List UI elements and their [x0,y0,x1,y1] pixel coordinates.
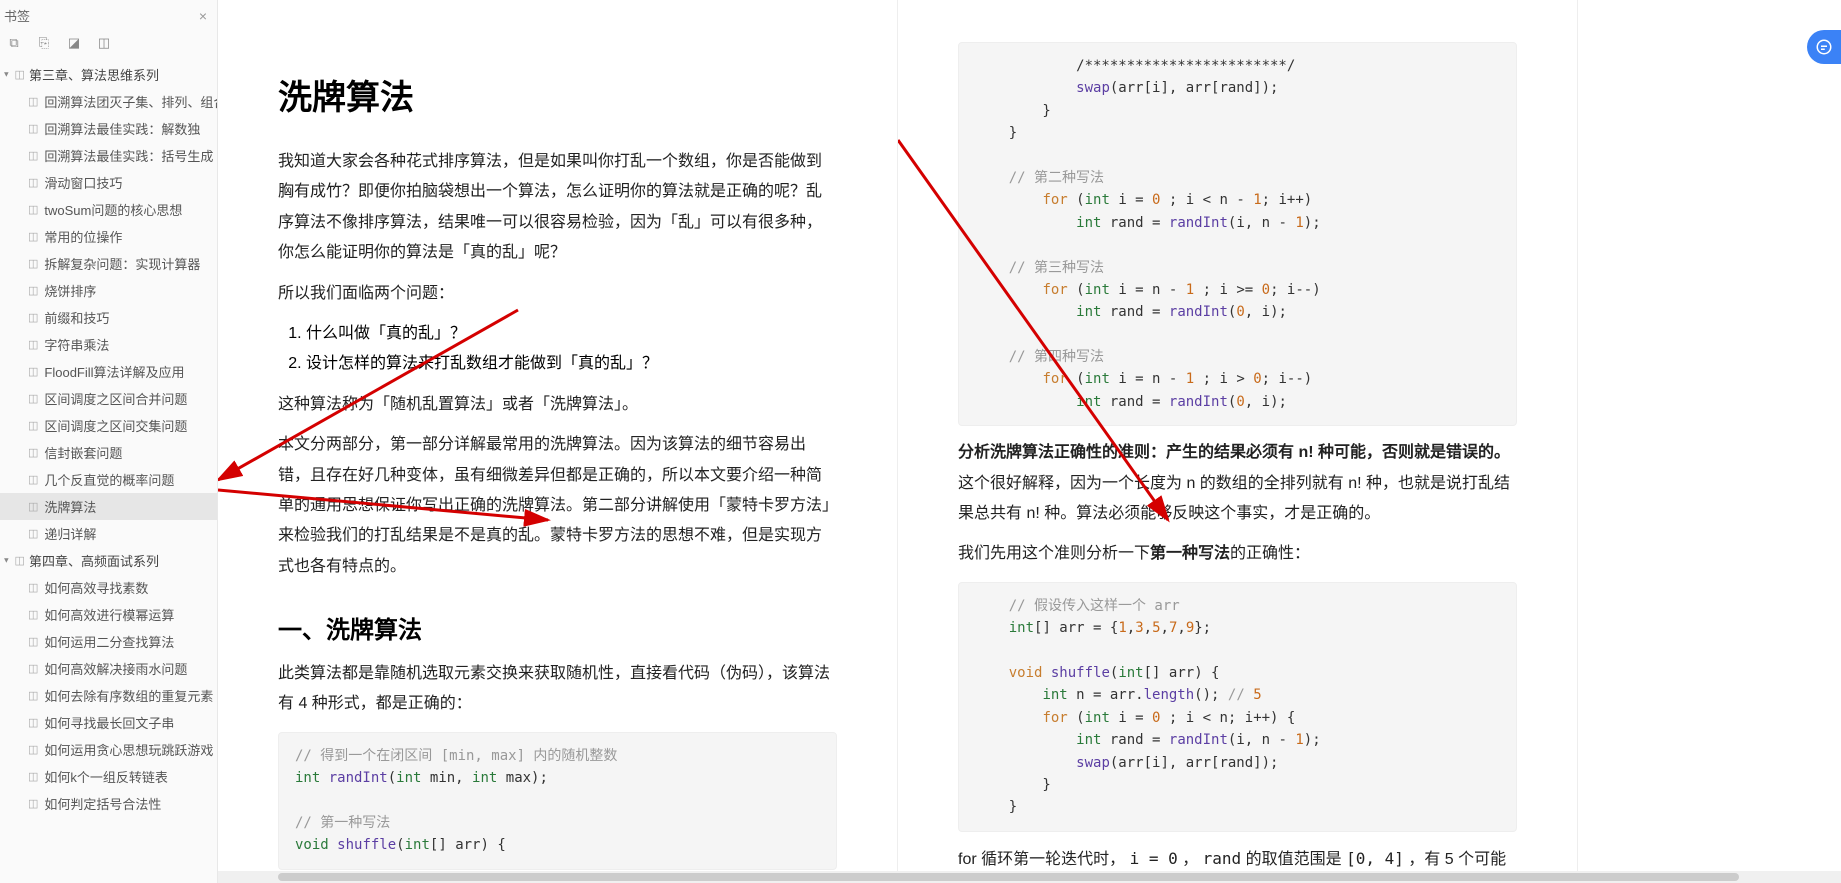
close-icon[interactable]: × [199,8,207,24]
paragraph: 分析洗牌算法正确性的准则：产生的结果必须有 n! 种可能，否则就是错误的。这个很… [958,438,1517,529]
paragraph: 这种算法称为「随机乱置算法」或者「洗牌算法」。 [278,390,837,420]
toc-item[interactable]: ◫字符串乘法 [0,331,217,358]
toc-item[interactable]: ◫如何寻找最长回文子串 [0,709,217,736]
tool-icon-1[interactable]: ⧉ [6,35,22,51]
toc-item[interactable]: ◫信封嵌套问题 [0,439,217,466]
toc-item[interactable]: ◫如何高效解决接雨水问题 [0,655,217,682]
article-title: 洗牌算法 [278,70,837,119]
horizontal-scrollbar[interactable] [218,871,1841,883]
toc-item[interactable]: ◫回溯算法最佳实践：括号生成 [0,142,217,169]
page-left: 洗牌算法 我知道大家会各种花式排序算法，但是如果叫你打乱一个数组，你是否能做到胸… [218,0,898,883]
code-block: // 得到一个在闭区间 [min, max] 内的随机整数 int randIn… [278,732,837,870]
toc-item[interactable]: ◫前缀和技巧 [0,304,217,331]
toc-item[interactable]: ◫如何判定括号合法性 [0,790,217,817]
code-block: // 假设传入这样一个 arr int[] arr = {1,3,5,7,9};… [958,582,1517,832]
list-item: 设计怎样的算法来打乱数组才能做到「真的乱」？ [306,349,837,379]
toc-item[interactable]: ◫FloodFill算法详解及应用 [0,358,217,385]
paragraph: 此类算法都是靠随机选取元素交换来获取随机性，直接看代码（伪码），该算法有 4 种… [278,659,837,720]
toc-item[interactable]: ◫区间调度之区间合并问题 [0,385,217,412]
sidebar-header: 书签 × [0,0,217,27]
toc-item[interactable]: ◫如何高效寻找素数 [0,574,217,601]
toc-item[interactable]: ◫如何去除有序数组的重复元素 [0,682,217,709]
content-area: 洗牌算法 我知道大家会各种花式排序算法，但是如果叫你打乱一个数组，你是否能做到胸… [218,0,1841,883]
paragraph: 我们先用这个准则分析一下第一种写法的正确性： [958,539,1517,569]
toc-item[interactable]: ◫回溯算法团灭子集、排列、组合问题 [0,88,217,115]
toc-item[interactable]: ◫递归详解 [0,520,217,547]
pages-viewport[interactable]: 洗牌算法 我知道大家会各种花式排序算法，但是如果叫你打乱一个数组，你是否能做到胸… [218,0,1841,883]
code-block: /************************/ swap(arr[i], … [958,42,1517,426]
list-item: 什么叫做「真的乱」？ [306,319,837,349]
section-heading: 一、洗牌算法 [278,610,837,645]
toc-item[interactable]: ◫常用的位操作 [0,223,217,250]
bookmark-filled-icon[interactable]: ◪ [66,35,82,51]
toc-item[interactable]: ◫烧饼排序 [0,277,217,304]
sidebar-title: 书签 [4,6,30,25]
toc-item[interactable]: ◫如何运用贪心思想玩跳跃游戏 [0,736,217,763]
toc-item[interactable]: ◫几个反直觉的概率问题 [0,466,217,493]
ordered-list: 什么叫做「真的乱」？ 设计怎样的算法来打乱数组才能做到「真的乱」？ [306,319,837,380]
toc-item[interactable]: ◫区间调度之区间交集问题 [0,412,217,439]
paragraph: 所以我们面临两个问题： [278,279,837,309]
toc-item[interactable]: ◫回溯算法最佳实践：解数独 [0,115,217,142]
bookmark-icon[interactable]: ◫ [96,35,112,51]
toc-item[interactable]: ◫twoSum问题的核心思想 [0,196,217,223]
tool-icon-2[interactable]: ⎘ [36,35,52,51]
sidebar: 书签 × ⧉ ⎘ ◪ ◫ ◫第三章、算法思维系列◫回溯算法团灭子集、排列、组合问… [0,0,218,883]
paragraph: 我知道大家会各种花式排序算法，但是如果叫你打乱一个数组，你是否能做到胸有成竹？即… [278,147,837,269]
toc-item[interactable]: ◫滑动窗口技巧 [0,169,217,196]
toc-item[interactable]: ◫洗牌算法 [0,493,217,520]
toc-item[interactable]: ◫拆解复杂问题：实现计算器 [0,250,217,277]
page-right: /************************/ swap(arr[i], … [898,0,1578,883]
toc-section-header[interactable]: ◫第三章、算法思维系列 [0,61,217,88]
table-of-contents: ◫第三章、算法思维系列◫回溯算法团灭子集、排列、组合问题◫回溯算法最佳实践：解数… [0,61,217,883]
scrollbar-thumb[interactable] [278,873,1739,881]
assistant-float-button[interactable] [1807,30,1841,64]
toc-item[interactable]: ◫如何运用二分查找算法 [0,628,217,655]
toc-item[interactable]: ◫如何高效进行模幂运算 [0,601,217,628]
sidebar-toolbar: ⧉ ⎘ ◪ ◫ [0,27,217,61]
toc-item[interactable]: ◫如何k个一组反转链表 [0,763,217,790]
toc-section-header[interactable]: ◫第四章、高频面试系列 [0,547,217,574]
paragraph: 本文分两部分，第一部分详解最常用的洗牌算法。因为该算法的细节容易出错，且存在好几… [278,430,837,582]
